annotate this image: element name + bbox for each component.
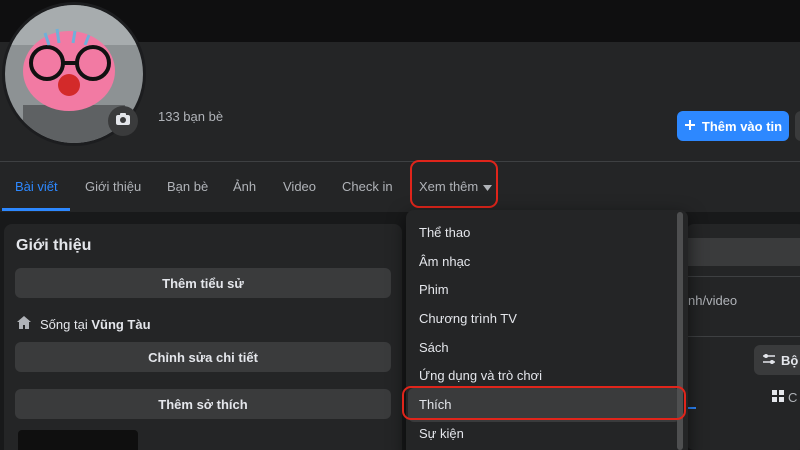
filters-button[interactable]: Bộ: [754, 345, 800, 375]
friends-count[interactable]: 133 bạn bè: [158, 109, 223, 124]
sliders-icon: [762, 353, 776, 368]
camera-icon: [115, 112, 131, 131]
likes-highlight: [402, 386, 686, 420]
lives-in-row: Sống tại Vũng Tàu: [16, 315, 151, 333]
tab-videos[interactable]: Video: [283, 162, 316, 210]
lives-in-city[interactable]: Vũng Tàu: [91, 317, 150, 332]
featured-photo[interactable]: [18, 430, 138, 450]
tab-posts[interactable]: Bài viết: [15, 162, 58, 210]
grid-icon: [772, 390, 784, 405]
add-hobbies-button[interactable]: Thêm sở thích: [15, 389, 391, 419]
dropdown-item-music[interactable]: Âm nhạc: [419, 254, 470, 269]
tab-about[interactable]: Giới thiệu: [85, 162, 141, 210]
intro-card: Giới thiệu Thêm tiểu sử Sống tại Vũng Tà…: [4, 224, 402, 450]
profile-tabs: Bài viết Giới thiệu Bạn bè Ảnh Video Che…: [0, 162, 800, 212]
dropdown-item-apps-games[interactable]: Ứng dụng và trò chơi: [419, 368, 542, 383]
dropdown-item-movies[interactable]: Phim: [419, 282, 449, 297]
right-divider: [686, 276, 800, 277]
intro-title: Giới thiệu: [16, 237, 92, 254]
dropdown-item-tv-shows[interactable]: Chương trình TV: [419, 311, 517, 326]
add-to-story-button[interactable]: Thêm vào tin: [677, 111, 789, 141]
create-post-bar[interactable]: [686, 238, 800, 266]
tab-friends[interactable]: Bạn bè: [167, 162, 208, 210]
change-avatar-button[interactable]: [108, 106, 138, 136]
lives-in-prefix: Sống tại: [40, 316, 88, 332]
photo-video-label[interactable]: nh/video: [688, 293, 737, 308]
add-to-story-label: Thêm vào tin: [701, 118, 783, 134]
see-more-highlight: [410, 160, 498, 208]
dropdown-item-books[interactable]: Sách: [419, 340, 449, 355]
more-profile-actions-button[interactable]: [795, 111, 800, 141]
plus-icon: [684, 119, 696, 134]
dropdown-item-sports[interactable]: Thể thao: [419, 225, 470, 240]
grid-view-label: C: [788, 390, 798, 405]
filters-label: Bộ: [781, 352, 799, 368]
tab-photos[interactable]: Ảnh: [233, 162, 256, 210]
home-icon: [16, 315, 32, 333]
add-bio-button[interactable]: Thêm tiểu sử: [15, 268, 391, 298]
edit-details-button[interactable]: Chỉnh sửa chi tiết: [15, 342, 391, 372]
active-tab-indicator: [2, 208, 70, 211]
tab-check-in[interactable]: Check in: [342, 162, 393, 210]
right-divider-2: [686, 336, 800, 337]
grid-view-button[interactable]: C: [772, 390, 797, 405]
dropdown-item-events[interactable]: Sự kiện: [419, 426, 464, 441]
